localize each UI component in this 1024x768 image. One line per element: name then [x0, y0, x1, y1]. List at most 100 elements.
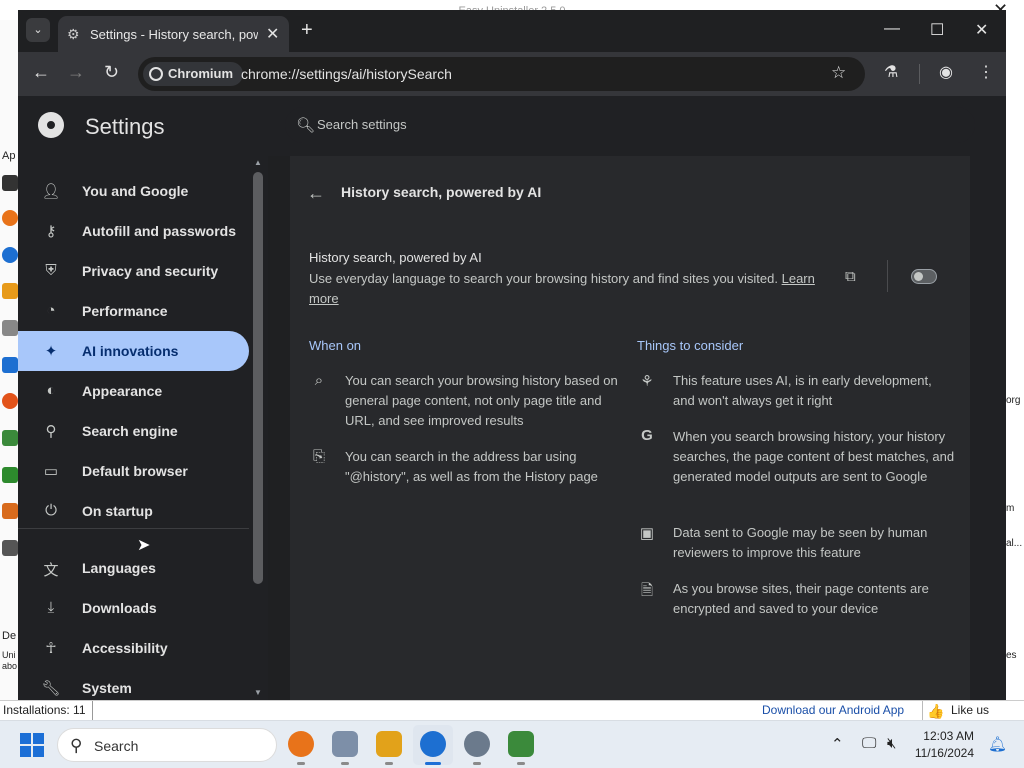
sidebar-item-languages[interactable]: 文 Languages	[18, 548, 249, 588]
browser-toolbar: ← → ↻ Chromium chrome://settings/ai/hist…	[18, 52, 1006, 96]
app-icon[interactable]	[2, 210, 18, 226]
tab-close-icon[interactable]: ✕	[266, 24, 279, 44]
sidebar-item-label: Languages	[82, 560, 156, 576]
back-arrow-icon[interactable]: ←	[307, 183, 325, 204]
url-text[interactable]: chrome://settings/ai/historySearch	[241, 66, 452, 82]
sidebar-item-system[interactable]: 🔧︎ System	[18, 668, 249, 700]
sidebar-item-privacy[interactable]: ⛨ Privacy and security	[18, 251, 249, 291]
notification-bell-icon[interactable]: 🔔︎	[988, 735, 1007, 753]
active-tab[interactable]: ⚙ Settings - History search, powered by …	[58, 16, 289, 52]
encrypted-file-icon: 🗎︎	[640, 582, 654, 599]
power-icon: ⏻	[45, 502, 57, 519]
back-button[interactable]: ←	[32, 62, 50, 83]
feature-description: Use everyday language to search your bro…	[309, 269, 829, 309]
chromium-taskbar-icon[interactable]	[420, 731, 446, 757]
app-icon[interactable]	[2, 175, 18, 191]
taskbar-clock[interactable]: 12:03 AM 11/16/2024	[890, 728, 974, 762]
windows-start-icon[interactable]	[20, 733, 44, 757]
sidebar-item-autofill[interactable]: ⚷ Autofill and passwords	[18, 211, 249, 251]
sidebar-divider	[18, 528, 249, 529]
bookmark-star-icon[interactable]: ☆	[831, 63, 846, 83]
background-status-bar: Installations: 11 Download our Android A…	[0, 700, 1024, 720]
content-gutter	[970, 156, 1006, 700]
settings-gear-icon: ⚙	[67, 26, 80, 42]
palette-icon: ◐	[46, 382, 56, 399]
sidebar-item-downloads[interactable]: ⤓ Downloads	[18, 588, 249, 628]
site-info-chip[interactable]: Chromium	[143, 62, 243, 86]
sidebar-item-accessibility[interactable]: ☥ Accessibility	[18, 628, 249, 668]
sidebar-item-default-browser[interactable]: ▭ Default browser	[18, 451, 249, 491]
scroll-up-arrow-icon[interactable]: ▲	[254, 158, 262, 167]
app-icon[interactable]	[2, 320, 18, 336]
when-on-heading: When on	[309, 338, 362, 353]
feature-description-text: Use everyday language to search your bro…	[309, 271, 778, 286]
window-close-icon[interactable]: ✕	[975, 20, 988, 40]
app-running-indicator	[297, 762, 305, 765]
archive-app-icon[interactable]	[332, 731, 358, 757]
sidebar-item-label: You and Google	[82, 183, 189, 199]
menu-kebab-icon[interactable]: ⋮	[978, 62, 994, 82]
app-icon[interactable]	[2, 357, 18, 373]
background-left-strip: Ap De Uni abo	[0, 20, 18, 700]
mouse-cursor-icon: ➤	[137, 537, 151, 554]
settings-sidebar: 👤︎ You and Google ⚷ Autofill and passwor…	[18, 156, 268, 700]
download-icon: ⤓	[47, 599, 55, 616]
things-to-consider-heading: Things to consider	[637, 338, 744, 353]
sidebar-scrollbar[interactable]: ▲ ▼	[251, 156, 265, 700]
settings-header: Settings 🔍︎ Search settings	[18, 96, 1006, 156]
clock-time: 12:03 AM	[923, 729, 974, 743]
sidebar-item-label: Downloads	[82, 600, 157, 616]
app-icon[interactable]	[2, 393, 18, 409]
browser-window: ⌄ ⚙ Settings - History search, powered b…	[18, 10, 1006, 700]
sidebar-item-label: Appearance	[82, 383, 163, 399]
reload-button[interactable]: ↻	[104, 62, 119, 83]
background-text: m	[1006, 503, 1015, 514]
app-icon[interactable]	[2, 503, 18, 519]
when-on-item: You can search in the address bar using …	[345, 449, 598, 484]
when-on-item: You can search your browsing history bas…	[345, 373, 618, 428]
search-placeholder: Search settings	[317, 117, 407, 132]
sidebar-item-on-startup[interactable]: ⏻ On startup	[18, 491, 249, 531]
sidebar-item-you-and-google[interactable]: 👤︎ You and Google	[18, 171, 249, 211]
tab-search-button[interactable]: ⌄	[26, 18, 50, 42]
taskbar-search-box[interactable]: ⚲ Search	[57, 728, 277, 762]
sidebar-item-ai-innovations[interactable]: ✦ AI innovations	[18, 331, 249, 371]
uninstaller-app-icon[interactable]	[376, 731, 402, 757]
new-tab-button[interactable]: +	[301, 19, 313, 42]
consider-item: As you browse sites, their page contents…	[673, 581, 929, 616]
app-icon[interactable]	[2, 247, 18, 263]
forward-button[interactable]: →	[67, 62, 85, 83]
open-external-icon[interactable]: ⧉	[845, 268, 856, 285]
scrollbar-thumb[interactable]	[253, 172, 263, 584]
translate-icon: 文	[43, 562, 59, 579]
app-icon[interactable]	[2, 283, 18, 299]
sidebar-item-performance[interactable]: ◔ Performance	[18, 291, 249, 331]
minimize-icon[interactable]: —	[884, 20, 900, 38]
app-active-indicator	[425, 762, 441, 765]
tab-title: Settings - History search, powered by AI	[90, 27, 258, 42]
taskbar-search-label: Search	[94, 738, 139, 754]
app-icon[interactable]	[2, 430, 18, 446]
app-icon[interactable]	[2, 467, 18, 483]
labs-flask-icon[interactable]: ⚗	[884, 62, 898, 82]
profile-icon[interactable]: ◉	[939, 62, 953, 82]
scroll-down-arrow-icon[interactable]: ▼	[254, 688, 262, 697]
android-app-link[interactable]: Download our Android App	[762, 701, 904, 720]
app-running-indicator	[517, 762, 525, 765]
sidebar-item-appearance[interactable]: ◐ Appearance	[18, 371, 249, 411]
background-text: org	[1006, 395, 1021, 406]
network-icon[interactable]: 🖵︎	[862, 735, 876, 752]
reviewer-icon: ▣	[639, 525, 655, 542]
like-us-button[interactable]: 👍 Like us	[922, 701, 989, 720]
history-search-toggle[interactable]	[911, 269, 937, 284]
settings-taskbar-icon[interactable]	[464, 731, 490, 757]
settings-search-input[interactable]: 🔍︎ Search settings	[285, 107, 975, 143]
background-text: al...	[1006, 538, 1023, 549]
maximize-icon[interactable]: ☐	[930, 20, 944, 40]
network-app-icon[interactable]	[508, 731, 534, 757]
sidebar-item-search-engine[interactable]: ⚲ Search engine	[18, 411, 249, 451]
tray-overflow-chevron-icon[interactable]: ⌃	[831, 735, 844, 753]
firefox-icon[interactable]	[288, 731, 314, 757]
address-bar[interactable]: Chromium chrome://settings/ai/historySea…	[138, 57, 865, 91]
app-icon[interactable]	[2, 540, 18, 556]
